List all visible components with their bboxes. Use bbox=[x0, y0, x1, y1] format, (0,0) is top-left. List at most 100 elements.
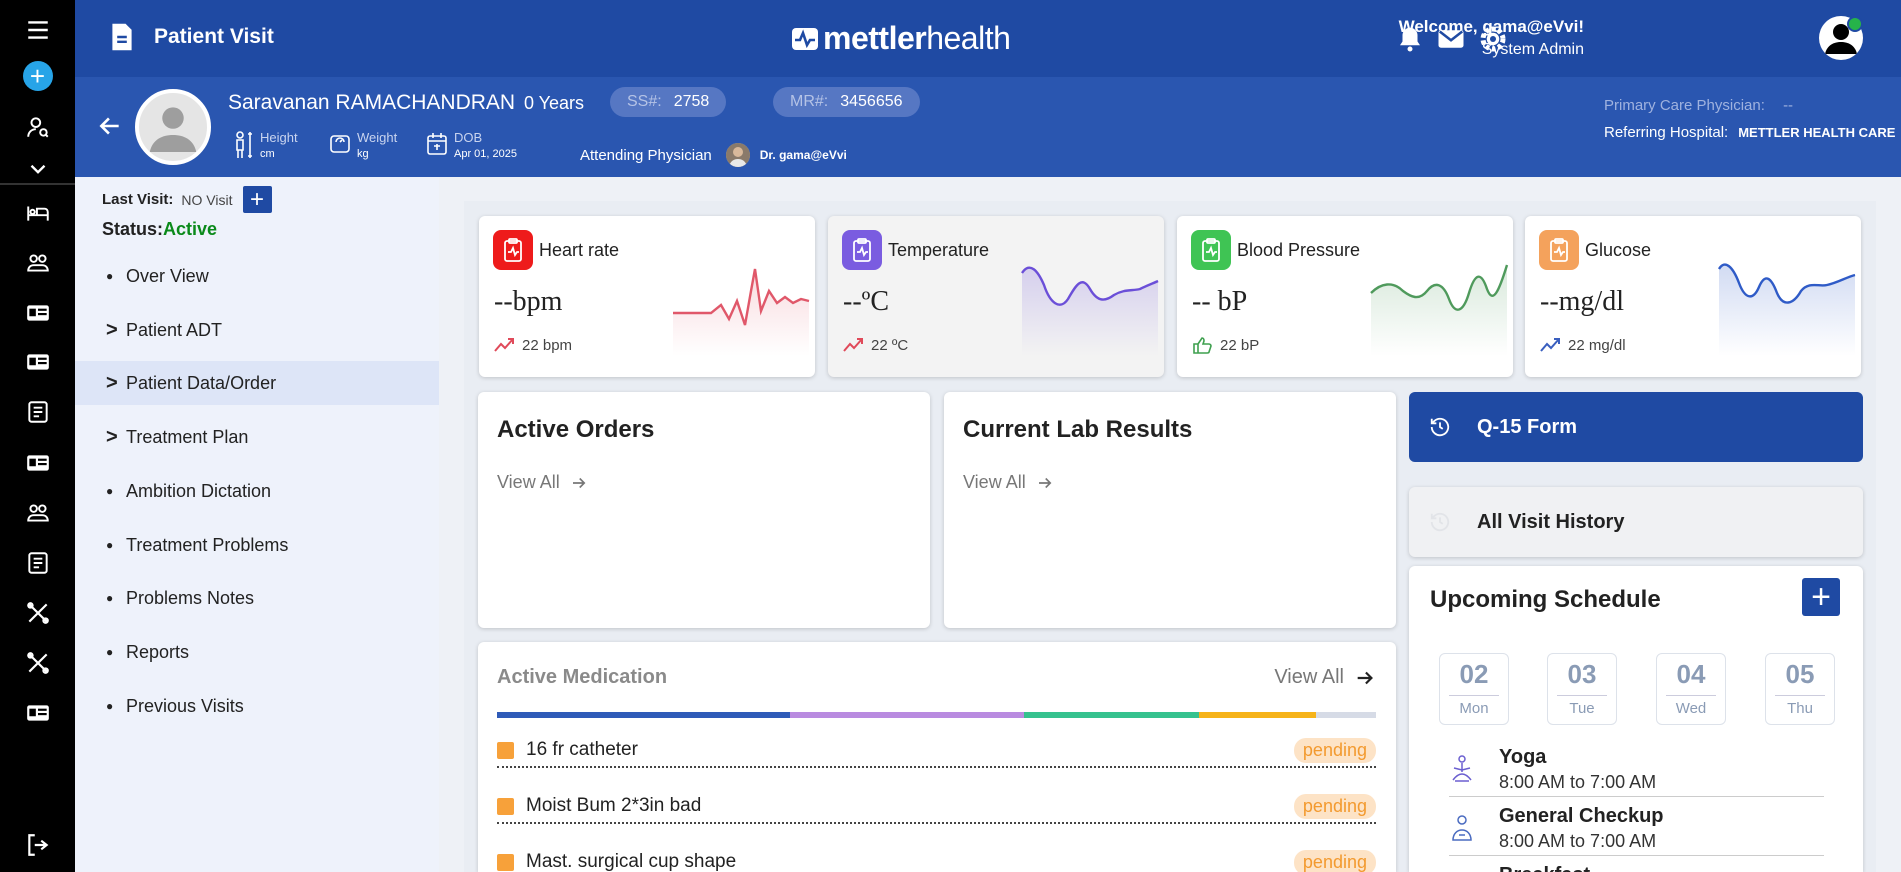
ss-value: 2758 bbox=[673, 93, 710, 110]
id-card-icon[interactable] bbox=[0, 295, 75, 331]
arrow-right-icon bbox=[572, 477, 586, 488]
vital-card-glucose[interactable]: Glucose --mg/dl 22 mg/dl bbox=[1525, 216, 1861, 377]
ss-number-badge: SS#: 2758 bbox=[610, 87, 727, 117]
hamburger-menu-icon[interactable] bbox=[0, 12, 75, 48]
medication-row[interactable]: Moist Bum 2*3in bad pending bbox=[497, 790, 1376, 824]
status-badge: pending bbox=[1293, 849, 1376, 872]
vital-trend: 22 mg/dl bbox=[1540, 336, 1626, 354]
dob-field: DOB Apr 01, 2025 bbox=[426, 130, 517, 160]
bullet-icon: ● bbox=[106, 484, 114, 498]
patients-icon[interactable] bbox=[0, 245, 75, 281]
sidebar-item-over-view[interactable]: ● Over View bbox=[75, 254, 439, 298]
patient-name: Saravanan RAMACHANDRAN bbox=[228, 91, 516, 114]
id-card-icon[interactable] bbox=[0, 344, 75, 380]
visit-history-label: All Visit History bbox=[1477, 510, 1625, 533]
clipboard-icon bbox=[842, 230, 882, 270]
dob-label: DOB bbox=[454, 130, 483, 145]
sidebar-item-ambition-dictation[interactable]: ● Ambition Dictation bbox=[75, 469, 439, 513]
sidebar-item-reports[interactable]: ● Reports bbox=[75, 630, 439, 674]
last-visit-value: NO Visit bbox=[181, 191, 233, 208]
vital-trend: 22 bP bbox=[1192, 336, 1259, 354]
chevron-right-icon: > bbox=[106, 318, 118, 341]
logout-icon[interactable] bbox=[0, 827, 75, 863]
vital-title: Heart rate bbox=[539, 239, 620, 260]
attending-physician: Attending Physician Dr. gama@eVvi bbox=[580, 143, 847, 167]
day-number: 02 bbox=[1459, 659, 1489, 689]
vital-sparkline bbox=[1717, 263, 1856, 356]
event-time: 8:00 AM to 7:00 AM bbox=[1499, 772, 1657, 792]
day-divider bbox=[1557, 695, 1607, 696]
active-orders-card: Active Orders View All bbox=[478, 392, 930, 628]
medication-name: Moist Bum 2*3in bad bbox=[526, 795, 702, 816]
add-visit-button[interactable]: + bbox=[242, 186, 272, 213]
status-badge: pending bbox=[1293, 737, 1376, 763]
schedule-day[interactable]: 05 Thu bbox=[1765, 653, 1835, 725]
height-unit: cm bbox=[260, 148, 275, 160]
event-title: Yoga bbox=[1499, 746, 1547, 768]
document-icon[interactable] bbox=[0, 545, 75, 581]
vital-card-heart-rate[interactable]: Heart rate --bpm 22 bpm bbox=[479, 216, 815, 377]
schedule-day[interactable]: 02 Mon bbox=[1439, 653, 1509, 725]
chevron-down-icon[interactable] bbox=[0, 151, 75, 187]
sidebar-item-previous-visits[interactable]: ● Previous Visits bbox=[75, 684, 439, 728]
vital-trend-value: 22 mg/dl bbox=[1568, 336, 1626, 354]
vital-title: Blood Pressure bbox=[1237, 239, 1361, 260]
tools-icon[interactable] bbox=[0, 595, 75, 631]
history-clock-icon bbox=[1430, 417, 1450, 437]
vital-trend: 22 ºC bbox=[843, 336, 908, 354]
medication-view-all[interactable]: View All bbox=[1274, 666, 1376, 689]
schedule-day[interactable]: 03 Tue bbox=[1547, 653, 1617, 725]
vital-value: -- bP bbox=[1192, 286, 1248, 317]
pcp-value: -- bbox=[1783, 97, 1794, 114]
id-card-icon[interactable] bbox=[0, 695, 75, 731]
id-card-icon[interactable] bbox=[0, 445, 75, 481]
gear-icon[interactable] bbox=[1478, 24, 1508, 54]
add-circle-icon[interactable]: + bbox=[0, 58, 75, 94]
user-search-icon[interactable] bbox=[0, 109, 75, 145]
patient-avatar bbox=[135, 89, 211, 165]
sidebar-item-treatment-problems[interactable]: ● Treatment Problems bbox=[75, 523, 439, 567]
height-label: Height bbox=[260, 130, 298, 145]
active-orders-view-all[interactable]: View All bbox=[497, 472, 588, 493]
brand-name-bold: mettler bbox=[823, 20, 927, 56]
schedule-day[interactable]: 04 Wed bbox=[1656, 653, 1726, 725]
active-orders-title: Active Orders bbox=[497, 416, 655, 443]
tools-icon[interactable] bbox=[0, 645, 75, 681]
sidebar-item-patient-data-order[interactable]: > Patient Data/Order bbox=[75, 361, 439, 405]
clipboard-icon bbox=[1191, 230, 1231, 270]
patients-icon[interactable] bbox=[0, 495, 75, 531]
attending-name[interactable]: Dr. gama@eVvi bbox=[760, 148, 847, 162]
document-icon[interactable] bbox=[0, 394, 75, 430]
weight-field: Weight kg bbox=[329, 130, 397, 160]
clipboard-icon bbox=[1539, 230, 1579, 270]
online-status-dot bbox=[1847, 16, 1863, 32]
sidebar-item-label: Reports bbox=[126, 641, 190, 662]
visit-history-button[interactable]: All Visit History bbox=[1409, 487, 1863, 557]
vital-card-temperature[interactable]: Temperature --ºC 22 ºC bbox=[828, 216, 1164, 377]
medication-row[interactable]: 16 fr catheter pending bbox=[497, 734, 1376, 768]
mr-value: 3456656 bbox=[840, 93, 903, 110]
q15-form-button[interactable]: Q-15 Form bbox=[1409, 392, 1863, 462]
sidebar-item-label: Patient ADT bbox=[126, 319, 223, 340]
status-badge: pending bbox=[1293, 793, 1376, 819]
medication-row[interactable]: Mast. surgical cup shape pending bbox=[497, 846, 1376, 872]
physician-avatar bbox=[725, 143, 750, 167]
sidebar-item-patient-adt[interactable]: > Patient ADT bbox=[75, 308, 439, 352]
physician-avatar-icon bbox=[725, 143, 750, 167]
top-header: Patient Visit mettler health Welcome, gam… bbox=[75, 0, 1901, 77]
day-name: Tue bbox=[1569, 700, 1595, 717]
lab-results-view-all[interactable]: View All bbox=[963, 472, 1054, 493]
sidebar-item-label: Ambition Dictation bbox=[126, 480, 272, 501]
vital-card-blood-pressure[interactable]: Blood Pressure -- bP 22 bP bbox=[1177, 216, 1513, 377]
add-schedule-button[interactable]: + bbox=[1802, 578, 1840, 616]
chevron-right-icon: > bbox=[106, 371, 118, 394]
bullet-icon: ● bbox=[106, 538, 114, 552]
medication-name: 16 fr catheter bbox=[526, 739, 638, 760]
back-arrow-icon[interactable] bbox=[97, 113, 123, 139]
bell-icon[interactable] bbox=[1395, 24, 1425, 54]
mail-icon[interactable] bbox=[1436, 24, 1466, 54]
bed-icon[interactable] bbox=[0, 195, 75, 231]
sidebar-item-problems-notes[interactable]: ● Problems Notes bbox=[75, 576, 439, 620]
visit-status: Status:Active bbox=[102, 219, 217, 240]
sidebar-item-treatment-plan[interactable]: > Treatment Plan bbox=[75, 415, 439, 459]
